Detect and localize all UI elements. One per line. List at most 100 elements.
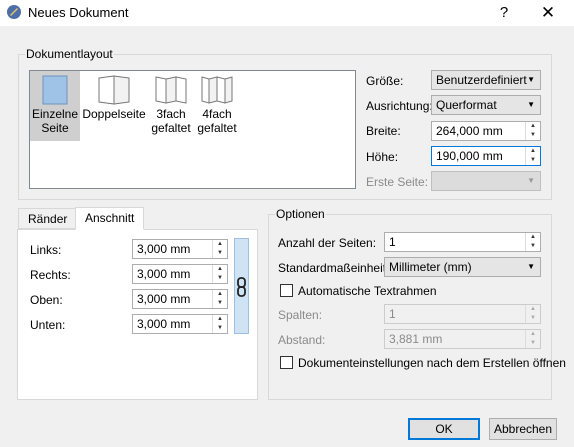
arrow-down-icon: ▼ [530,340,536,346]
bottom-value: 3,000 mm [137,317,191,331]
top-stepper[interactable]: ▲ ▼ [212,290,227,308]
three-fold-icon [155,76,187,104]
arrow-down-icon[interactable]: ▼ [213,274,227,283]
layout-single-page[interactable]: Einzelne Seite [30,71,80,141]
close-button[interactable]: ✕ [533,3,563,23]
chevron-down-icon: ▼ [527,262,535,271]
gap-label: Abstand: [278,333,326,347]
help-button[interactable]: ? [492,3,516,23]
arrow-down-icon[interactable]: ▼ [213,299,227,308]
height-stepper[interactable]: ▲ ▼ [525,147,540,165]
pages-spinbox[interactable]: 1 ▲ ▼ [384,232,541,252]
arrow-down-icon: ▼ [530,315,536,321]
height-value: 190,000 mm [436,149,503,163]
columns-spinbox: 1 ▲ ▼ [384,304,541,324]
width-spinbox[interactable]: 264,000 mm ▲ ▼ [431,121,541,141]
arrow-up-icon[interactable]: ▲ [526,147,540,156]
first-page-select: ▼ [431,171,541,191]
gap-spinbox: 3,881 mm ▲ ▼ [384,329,541,349]
layout-4fold-label1: 4fach [202,107,232,121]
layout-3fold-label2: gefaltet [151,121,191,135]
open-settings-checkbox[interactable] [280,356,293,369]
arrow-up-icon[interactable]: ▲ [213,240,227,249]
chevron-down-icon: ▼ [527,75,535,84]
tab-bleed[interactable]: Anschnitt [75,207,145,230]
right-value: 3,000 mm [137,267,191,281]
arrow-up-icon[interactable]: ▲ [213,315,227,324]
layout-facing-pages[interactable]: Doppelseite [80,71,148,141]
top-spinbox[interactable]: 3,000 mm ▲ ▼ [132,289,228,309]
bottom-label: Unten: [30,318,66,332]
height-label: Höhe: [366,150,399,164]
tab-margins[interactable]: Ränder [18,208,78,229]
ok-button[interactable]: OK [408,418,480,440]
width-label: Breite: [366,124,401,138]
auto-text-frames-label[interactable]: Automatische Textrahmen [298,284,437,298]
width-stepper[interactable]: ▲ ▼ [525,122,540,140]
size-select[interactable]: Benutzerdefiniert ▼ [431,70,541,90]
app-icon [7,5,21,19]
single-page-icon [42,75,68,105]
layout-4fold[interactable]: 4fach gefaltet [195,71,239,141]
document-layout-title: Dokumentlayout [25,47,114,61]
arrow-down-icon[interactable]: ▼ [526,156,540,165]
left-label: Links: [30,243,62,257]
unit-label: Standardmaßeinheit: [278,261,390,275]
height-spinbox[interactable]: 190,000 mm ▲ ▼ [431,146,541,166]
link-values-button[interactable] [234,238,249,334]
open-settings-label[interactable]: Dokumenteinstellungen nach dem Erstellen… [298,356,566,370]
top-value: 3,000 mm [137,292,191,306]
width-value: 264,000 mm [436,124,503,138]
orientation-label: Ausrichtung: [366,99,433,113]
arrow-up-icon[interactable]: ▲ [526,122,540,131]
pages-value: 1 [389,235,396,249]
layout-list[interactable]: Einzelne Seite Doppelseite 3fach gefalte… [29,70,356,189]
arrow-up-icon: ▲ [530,306,536,312]
columns-stepper: ▲ ▼ [525,305,540,323]
four-fold-icon [201,76,233,104]
size-label: Größe: [366,74,404,88]
unit-select[interactable]: Millimeter (mm) ▼ [384,257,541,277]
arrow-down-icon[interactable]: ▼ [526,242,540,251]
auto-text-frames-checkbox[interactable] [280,284,293,297]
bottom-spinbox[interactable]: 3,000 mm ▲ ▼ [132,314,228,334]
cancel-button[interactable]: Abbrechen [489,418,557,440]
gap-value: 3,881 mm [389,332,443,346]
columns-label: Spalten: [278,308,323,322]
layout-3fold-label1: 3fach [156,107,186,121]
arrow-up-icon[interactable]: ▲ [213,290,227,299]
layout-3fold[interactable]: 3fach gefaltet [150,71,192,141]
left-stepper[interactable]: ▲ ▼ [212,240,227,258]
arrow-up-icon: ▲ [530,331,536,337]
orientation-value: Querformat [436,98,497,112]
chevron-down-icon: ▼ [527,100,535,109]
options-title: Optionen [275,207,326,221]
top-label: Oben: [30,293,63,307]
arrow-up-icon[interactable]: ▲ [213,265,227,274]
layout-single-label1: Einzelne [31,107,79,121]
facing-pages-icon [98,75,130,105]
layout-facing-label1: Doppelseite [82,107,146,121]
chevron-down-icon: ▼ [527,176,535,185]
left-value: 3,000 mm [137,242,191,256]
left-spinbox[interactable]: 3,000 mm ▲ ▼ [132,239,228,259]
pages-stepper[interactable]: ▲ ▼ [525,233,540,251]
layout-single-label2: Seite [41,121,69,135]
arrow-up-icon[interactable]: ▲ [526,233,540,242]
gap-stepper: ▲ ▼ [525,330,540,348]
right-stepper[interactable]: ▲ ▼ [212,265,227,283]
columns-value: 1 [389,307,396,321]
unit-value: Millimeter (mm) [389,260,472,274]
right-spinbox[interactable]: 3,000 mm ▲ ▼ [132,264,228,284]
bottom-stepper[interactable]: ▲ ▼ [212,315,227,333]
size-value: Benutzerdefiniert [436,73,527,87]
layout-4fold-label2: gefaltet [197,121,237,135]
arrow-down-icon[interactable]: ▼ [213,249,227,258]
right-label: Rechts: [30,268,71,282]
arrow-down-icon[interactable]: ▼ [213,324,227,333]
title-bar: Neues Dokument ? ✕ [0,0,574,26]
window-title: Neues Dokument [28,5,129,20]
orientation-select[interactable]: Querformat ▼ [431,95,541,115]
arrow-down-icon[interactable]: ▼ [526,131,540,140]
first-page-label: Erste Seite: [366,175,429,189]
